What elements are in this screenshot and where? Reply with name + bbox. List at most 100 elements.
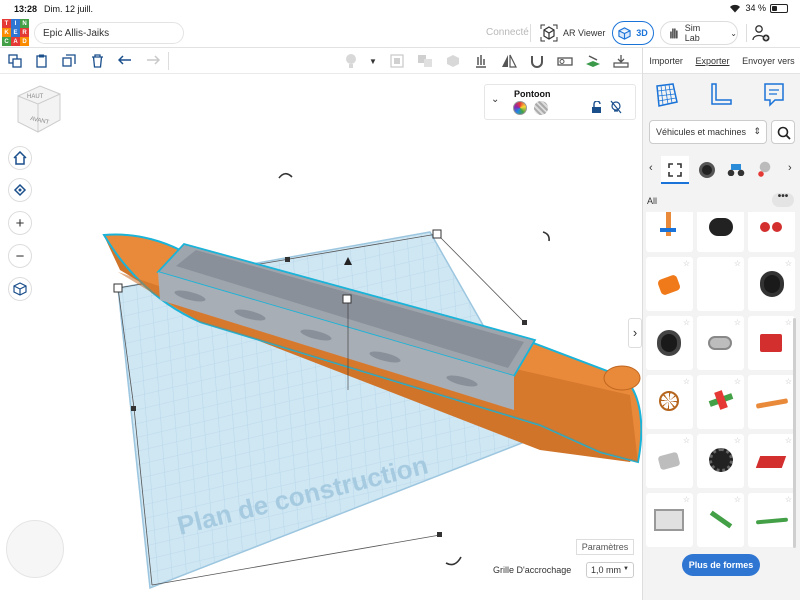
workplane-viewport[interactable]: Plan de construction: [0, 75, 642, 600]
solid-button[interactable]: [444, 52, 462, 70]
snap-grid-select[interactable]: 1,0 mm ▼: [586, 562, 634, 578]
shape-tile-rim[interactable]: ☆: [697, 316, 744, 370]
home-view-button[interactable]: [8, 146, 32, 170]
star-icon[interactable]: ☆: [734, 436, 741, 445]
cruise-button[interactable]: [528, 52, 546, 70]
star-icon[interactable]: ☆: [683, 259, 690, 268]
hide-bulb-icon[interactable]: [609, 100, 623, 114]
star-icon[interactable]: ☆: [734, 318, 741, 327]
paste-button[interactable]: [33, 52, 51, 70]
align-button[interactable]: [472, 52, 490, 70]
shape-tile-car[interactable]: ☆: [646, 257, 693, 311]
robot-category-icon[interactable]: [757, 161, 773, 177]
category-select[interactable]: Véhicules et machines ⇕: [649, 120, 767, 144]
shape-tile-plane[interactable]: ☆: [697, 375, 744, 429]
perspective-button[interactable]: [8, 277, 32, 301]
undo-button[interactable]: [116, 52, 134, 70]
export-tab[interactable]: Exporter: [695, 56, 729, 66]
add-user-icon[interactable]: [752, 24, 770, 42]
shape-tile-empty[interactable]: ☆: [697, 257, 744, 311]
measure-button[interactable]: [556, 52, 574, 70]
resize-handle[interactable]: [342, 294, 352, 304]
zoom-in-button[interactable]: +: [8, 211, 32, 235]
star-icon[interactable]: ☆: [785, 259, 792, 268]
vehicle-category-icon[interactable]: [727, 162, 745, 176]
resize-handle[interactable]: [437, 532, 442, 537]
light-dropdown[interactable]: ▼: [364, 52, 382, 70]
mirror-button[interactable]: [500, 52, 518, 70]
ar-viewer-button[interactable]: AR Viewer: [540, 21, 605, 45]
collapse-panel-button[interactable]: ›: [628, 318, 642, 348]
star-icon[interactable]: ☆: [785, 377, 792, 386]
view-3d-button[interactable]: 3D: [612, 21, 654, 45]
shape-tile-arm[interactable]: ☆: [697, 493, 744, 547]
star-icon[interactable]: ☆: [734, 495, 741, 504]
connect-button[interactable]: Connecté: [486, 27, 529, 38]
chevron-left-icon[interactable]: ‹: [649, 162, 653, 174]
import-tab[interactable]: Importer: [649, 56, 683, 66]
parameters-button[interactable]: Paramètres: [576, 539, 634, 555]
shapes-scrollbar[interactable]: [793, 318, 796, 548]
star-icon[interactable]: ☆: [683, 377, 690, 386]
duplicate-button[interactable]: [60, 52, 78, 70]
rotate-arrow-icon[interactable]: [542, 231, 550, 242]
star-icon[interactable]: ☆: [734, 259, 741, 268]
scene-svg[interactable]: Plan de construction: [0, 75, 642, 600]
design-title-field[interactable]: Epic Allis-Jaiks: [34, 22, 184, 44]
group-button[interactable]: [388, 52, 406, 70]
category-all-selected[interactable]: [661, 156, 689, 184]
ungroup-button[interactable]: [416, 52, 434, 70]
simlab-button[interactable]: Sim Lab ⌄: [660, 21, 738, 45]
shape-tile-plate[interactable]: ☆: [748, 434, 795, 488]
star-icon[interactable]: ☆: [683, 495, 690, 504]
star-icon[interactable]: ☆: [785, 318, 792, 327]
rotate-arrow-icon[interactable]: [445, 556, 462, 566]
view-cube[interactable]: HAUT AVANT: [14, 84, 62, 136]
send-to-tab[interactable]: Envoyer vers: [742, 56, 795, 66]
workplane-button[interactable]: [584, 52, 602, 70]
delete-button[interactable]: [88, 52, 106, 70]
collapse-chevron-icon[interactable]: ⌄: [491, 94, 499, 105]
shape-tile-pole[interactable]: ☆: [646, 212, 693, 252]
resize-handle[interactable]: [432, 229, 442, 239]
star-icon[interactable]: ☆: [683, 436, 690, 445]
hole-swatch[interactable]: [534, 101, 548, 115]
shape-inspector[interactable]: ⌄ Pontoon: [484, 84, 636, 120]
shape-tile-rod[interactable]: ☆: [748, 375, 795, 429]
orbit-joystick[interactable]: [6, 520, 64, 578]
rotate-arrow-icon[interactable]: [278, 172, 293, 179]
shape-tile-bracket[interactable]: ☆: [748, 316, 795, 370]
zoom-out-button[interactable]: −: [8, 244, 32, 268]
resize-handle[interactable]: [131, 406, 136, 411]
more-options-button[interactable]: •••: [772, 192, 794, 207]
shape-tile-nut[interactable]: ☆: [646, 434, 693, 488]
chevron-right-icon[interactable]: ›: [788, 162, 792, 174]
ruler-place-button[interactable]: [612, 52, 630, 70]
search-button[interactable]: [771, 120, 795, 144]
resize-handle[interactable]: [522, 320, 527, 325]
shape-tile-tire[interactable]: ☆: [748, 257, 795, 311]
ruler-angle-icon[interactable]: [709, 82, 733, 108]
stern-cylinder[interactable]: [603, 365, 641, 391]
light-bulb-button[interactable]: [342, 52, 360, 70]
shape-tile-wagon-wheel[interactable]: ☆: [646, 375, 693, 429]
notes-icon[interactable]: [763, 82, 785, 108]
star-icon[interactable]: ☆: [683, 318, 690, 327]
color-solid-swatch[interactable]: [513, 101, 527, 115]
grid-icon[interactable]: [655, 82, 679, 108]
redo-button[interactable]: [144, 52, 162, 70]
tire-category-icon[interactable]: [699, 162, 715, 178]
shape-tile-tire-2[interactable]: ☆: [646, 316, 693, 370]
star-icon[interactable]: ☆: [785, 436, 792, 445]
star-icon[interactable]: ☆: [785, 495, 792, 504]
shape-tile-bar[interactable]: ☆: [748, 493, 795, 547]
star-icon[interactable]: ☆: [734, 377, 741, 386]
unlock-icon[interactable]: [591, 101, 603, 114]
copy-button[interactable]: [6, 52, 24, 70]
shape-tile-gear-tire[interactable]: ☆: [697, 434, 744, 488]
tinkercad-logo[interactable]: TINKERCAD: [2, 19, 29, 46]
resize-handle[interactable]: [285, 257, 290, 262]
shape-tile-motor[interactable]: ☆: [748, 212, 795, 252]
shape-tile-wheel[interactable]: ☆: [697, 212, 744, 252]
more-shapes-button[interactable]: Plus de formes: [682, 554, 760, 576]
